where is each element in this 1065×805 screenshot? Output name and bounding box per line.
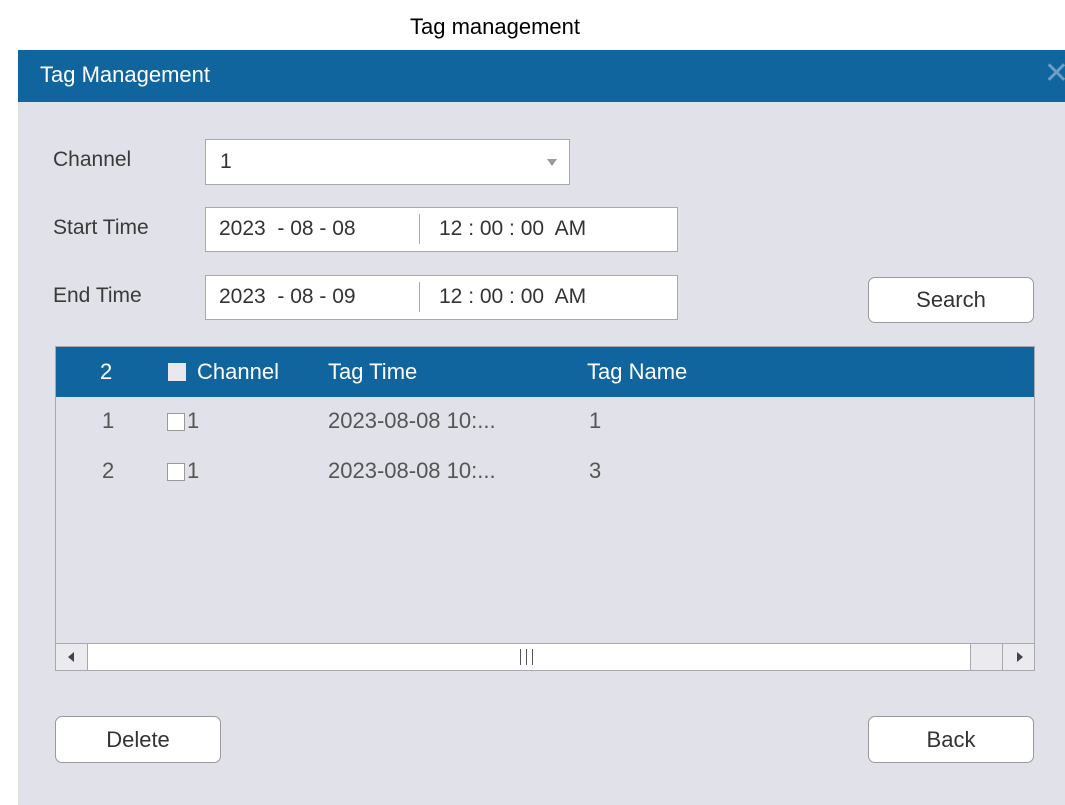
channel-select-value: 1 [220, 150, 232, 173]
end-time-label: End Time [53, 284, 142, 307]
row-channel: 1 [187, 458, 200, 483]
table-row[interactable]: 1 1 2023-08-08 10:... 1 [56, 397, 1034, 447]
header-tag-name[interactable]: Tag Name [587, 359, 687, 385]
channel-label: Channel [53, 148, 132, 171]
scroll-left-button[interactable] [56, 644, 88, 670]
divider [419, 282, 420, 312]
row-index: 1 [102, 408, 115, 433]
tag-table: 2 Channel Tag Time Tag Name 1 1 2023-08-… [55, 346, 1035, 671]
start-time-label: Start Time [53, 216, 149, 239]
row-checkbox[interactable] [167, 413, 185, 431]
delete-button[interactable]: Delete [55, 716, 221, 763]
chevron-down-icon [547, 159, 557, 166]
header-count: 2 [100, 359, 113, 384]
row-index: 2 [102, 458, 115, 483]
header-channel[interactable]: Channel [197, 359, 279, 385]
arrow-right-icon [1017, 652, 1023, 662]
row-checkbox[interactable] [167, 463, 185, 481]
start-time-value[interactable]: 12 : 00 : 00 AM [439, 217, 586, 241]
start-date-value[interactable]: 2023 - 08 - 08 [219, 217, 356, 241]
table-header: 2 Channel Tag Time Tag Name [56, 347, 1034, 397]
header-tag-time[interactable]: Tag Time [328, 359, 417, 385]
search-button[interactable]: Search [868, 277, 1034, 323]
end-time-value[interactable]: 12 : 00 : 00 AM [439, 285, 586, 309]
arrow-left-icon [68, 652, 74, 662]
scroll-right-button[interactable] [1002, 644, 1034, 670]
back-button[interactable]: Back [868, 716, 1034, 763]
table-row[interactable]: 2 1 2023-08-08 10:... 3 [56, 447, 1034, 497]
dialog-title: Tag Management [40, 62, 210, 87]
channel-select[interactable]: 1 [205, 139, 570, 185]
dialog-titlebar: Tag Management ✕ [18, 50, 1065, 102]
page-caption: Tag management [410, 14, 580, 39]
horizontal-scrollbar[interactable] [56, 643, 1034, 670]
scrollbar-thumb[interactable] [518, 649, 536, 665]
divider [419, 214, 420, 244]
scrollbar-track-end [970, 644, 1002, 670]
tag-management-dialog: Tag Management ✕ Channel 1 Start Time 20… [18, 50, 1065, 805]
end-date-value[interactable]: 2023 - 08 - 09 [219, 285, 356, 309]
row-tag-time: 2023-08-08 10:... [328, 458, 496, 483]
row-tag-name: 1 [589, 408, 602, 433]
row-tag-name: 3 [589, 458, 602, 483]
close-icon[interactable]: ✕ [1044, 59, 1065, 89]
start-time-field[interactable]: 2023 - 08 - 08 12 : 00 : 00 AM [205, 207, 678, 252]
row-tag-time: 2023-08-08 10:... [328, 408, 496, 433]
end-time-field[interactable]: 2023 - 08 - 09 12 : 00 : 00 AM [205, 275, 678, 320]
row-channel: 1 [187, 408, 200, 433]
select-all-checkbox[interactable] [168, 363, 186, 381]
